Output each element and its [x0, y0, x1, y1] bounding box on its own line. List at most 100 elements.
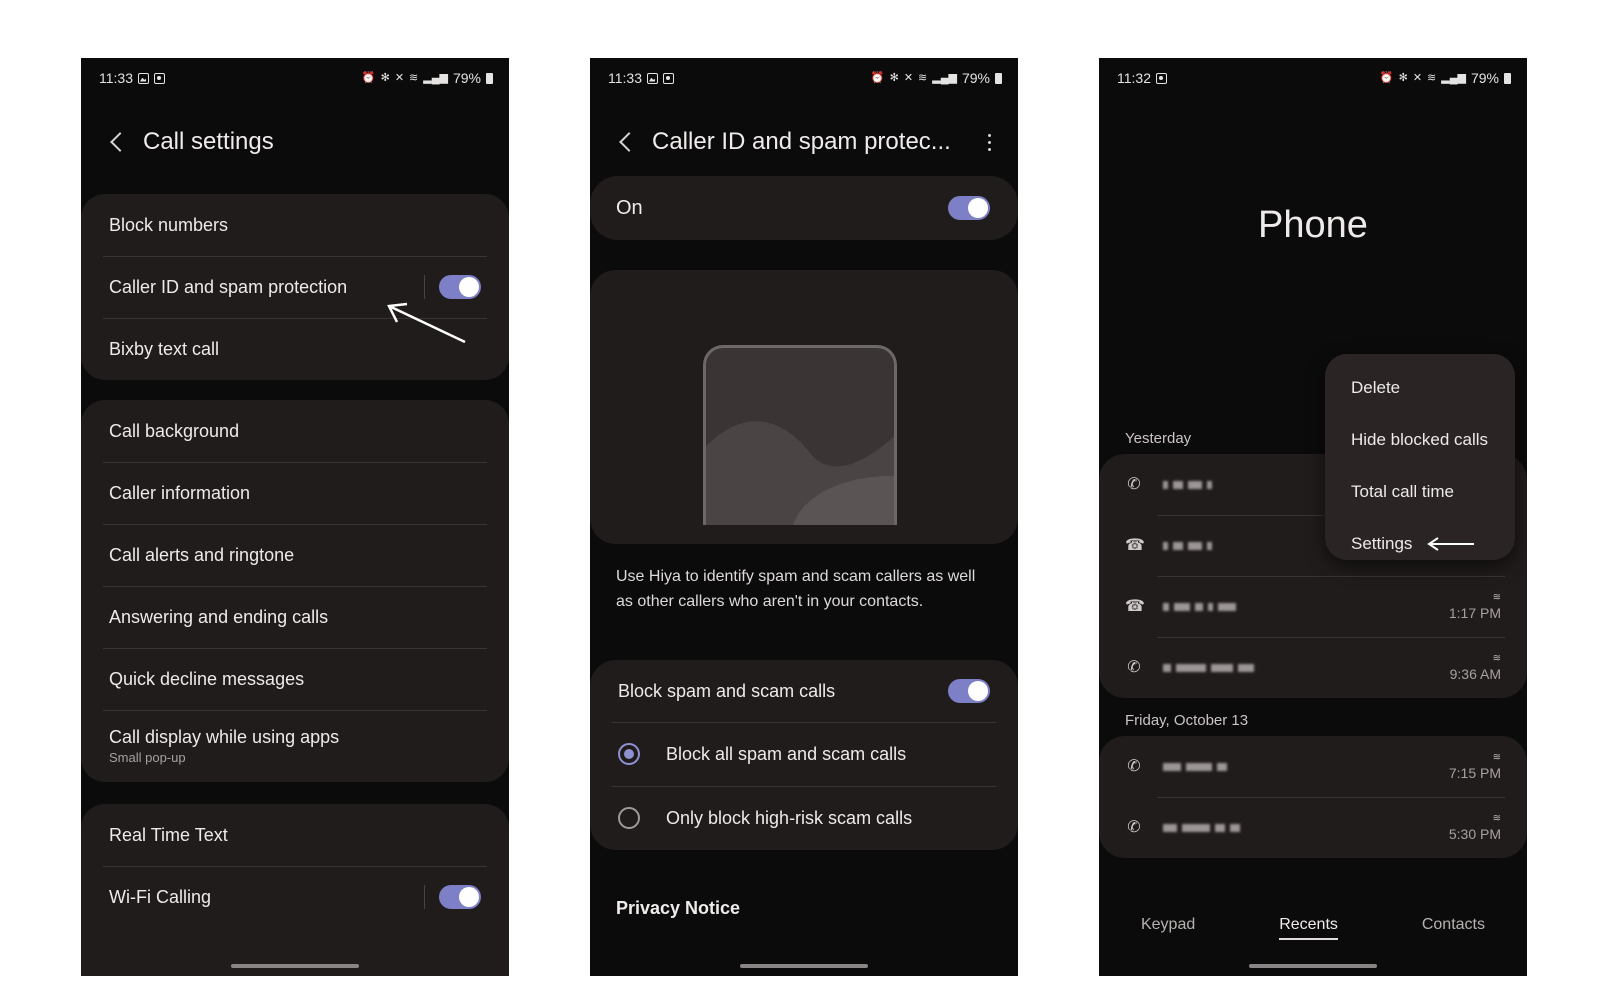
app-header: Caller ID and spam protec...	[616, 124, 992, 160]
wifi-icon: ≋	[1427, 71, 1437, 84]
setting-bixby-text-call[interactable]: Bixby text call	[81, 318, 509, 380]
bluetooth-icon: ✻	[889, 71, 899, 84]
call-log-row[interactable]: ✆ ≋ 9:36 AM	[1099, 637, 1527, 698]
redacted-number	[1163, 662, 1254, 674]
setting-label: Call display while using apps	[109, 727, 340, 747]
setting-caller-id-spam[interactable]: Caller ID and spam protection	[81, 256, 509, 318]
alarm-icon: ⏰	[361, 71, 376, 84]
bottom-tab-bar: Keypad Recents Contacts	[1099, 916, 1527, 940]
camera-notification-icon	[154, 72, 165, 84]
setting-answering-ending[interactable]: Answering and ending calls	[81, 586, 509, 648]
status-time: 11:33	[608, 70, 642, 86]
wifi-call-icon: ≋	[1492, 652, 1501, 664]
master-toggle[interactable]	[948, 196, 990, 220]
tab-keypad[interactable]: Keypad	[1141, 916, 1195, 940]
option-label: Only block high-risk scam calls	[666, 807, 913, 828]
divider	[424, 885, 425, 909]
setting-label: Caller information	[109, 482, 251, 503]
divider	[424, 275, 425, 299]
bluetooth-icon: ✻	[380, 71, 390, 84]
outgoing-call-icon: ✆	[1127, 757, 1141, 775]
call-time: 7:15 PM	[1448, 764, 1501, 781]
call-log-row[interactable]: ✆ ≋ 7:15 PM	[1099, 736, 1527, 797]
overflow-menu: Delete Hide blocked calls Total call tim…	[1325, 354, 1515, 560]
setting-label: Wi-Fi Calling	[109, 886, 212, 907]
menu-item-delete[interactable]: Delete	[1325, 362, 1515, 414]
radio-unselected-icon[interactable]	[618, 807, 640, 829]
incoming-call-icon: ✆	[1127, 658, 1141, 676]
page-title: Caller ID and spam protec...	[652, 128, 951, 155]
privacy-notice-link[interactable]: Privacy Notice	[616, 898, 740, 919]
setting-label: Bixby text call	[109, 338, 220, 359]
section-label-yesterday: Yesterday	[1125, 430, 1192, 447]
tab-recents[interactable]: Recents	[1279, 916, 1338, 940]
block-spam-row[interactable]: Block spam and scam calls	[590, 660, 1018, 722]
annotation-arrow	[1427, 537, 1475, 551]
setting-caller-information[interactable]: Caller information	[81, 462, 509, 524]
home-indicator[interactable]	[231, 964, 359, 968]
alarm-icon: ⏰	[870, 71, 885, 84]
illustration-card	[590, 270, 1018, 544]
missed-call-icon: ☎	[1125, 597, 1145, 615]
home-indicator[interactable]	[1249, 964, 1377, 968]
camera-notification-icon	[663, 72, 674, 84]
status-bar: 11:33 ⏰ ✻ ✕ ≋ ▂▄▆ 79%	[608, 68, 1002, 88]
battery-icon	[995, 72, 1002, 84]
settings-group-3: Real Time Text Wi-Fi Calling	[81, 804, 509, 976]
call-time: 1:17 PM	[1448, 604, 1501, 621]
setting-label: Block numbers	[109, 214, 229, 235]
caller-id-toggle[interactable]	[439, 275, 481, 299]
radio-selected-icon[interactable]	[618, 743, 640, 765]
setting-label: Answering and ending calls	[109, 606, 329, 627]
battery-percent: 79%	[1470, 70, 1499, 86]
setting-label: Caller ID and spam protection	[109, 276, 348, 297]
setting-call-background[interactable]: Call background	[81, 400, 509, 462]
call-log-row[interactable]: ☎ ≋ 1:17 PM	[1099, 576, 1527, 637]
more-options-icon[interactable]	[986, 133, 992, 151]
setting-call-alerts-ringtone[interactable]: Call alerts and ringtone	[81, 524, 509, 586]
menu-item-hide-blocked[interactable]: Hide blocked calls	[1325, 414, 1515, 466]
hiya-description: Use Hiya to identify spam and scam calle…	[616, 568, 976, 610]
status-time: 11:32	[1117, 70, 1151, 86]
page-title: Call settings	[143, 128, 274, 155]
option-label: Block all spam and scam calls	[666, 743, 907, 764]
settings-group-1: Block numbers Caller ID and spam protect…	[81, 194, 509, 380]
outgoing-call-icon: ✆	[1127, 475, 1141, 493]
redacted-number	[1163, 822, 1240, 834]
app-title: Phone	[1258, 204, 1368, 246]
master-switch-label: On	[616, 196, 643, 219]
back-chevron-icon[interactable]	[107, 131, 129, 153]
incoming-call-icon: ✆	[1127, 818, 1141, 836]
option-high-risk-only[interactable]: Only block high-risk scam calls	[590, 786, 1018, 850]
alarm-icon: ⏰	[1379, 71, 1394, 84]
tab-contacts[interactable]: Contacts	[1422, 916, 1485, 940]
section-label-friday: Friday, October 13	[1125, 712, 1249, 729]
setting-call-display[interactable]: Call display while using apps Small pop-…	[81, 710, 509, 782]
wifi-calling-toggle[interactable]	[439, 885, 481, 909]
setting-block-numbers[interactable]: Block numbers	[81, 194, 509, 256]
redacted-number	[1163, 601, 1236, 613]
camera-notification-icon	[1156, 72, 1167, 84]
setting-real-time-text[interactable]: Real Time Text	[81, 804, 509, 866]
setting-label: Call alerts and ringtone	[109, 544, 295, 565]
call-log-friday: ✆ ≋ 7:15 PM ✆ ≋ 5:30 PM	[1099, 736, 1527, 858]
master-switch-row[interactable]: On	[590, 176, 1018, 240]
setting-quick-decline[interactable]: Quick decline messages	[81, 648, 509, 710]
back-chevron-icon[interactable]	[616, 131, 638, 153]
redacted-number	[1163, 540, 1212, 552]
menu-item-settings[interactable]: Settings	[1325, 518, 1515, 570]
wifi-icon: ≋	[409, 71, 419, 84]
call-time: 5:30 PM	[1448, 825, 1501, 842]
battery-percent: 79%	[452, 70, 481, 86]
call-log-row[interactable]: ✆ ≋ 5:30 PM	[1099, 797, 1527, 858]
setting-wifi-calling[interactable]: Wi-Fi Calling	[81, 866, 509, 928]
home-indicator[interactable]	[740, 964, 868, 968]
signal-icon: ▂▄▆	[1441, 71, 1466, 84]
wifi-call-icon: ≋	[1492, 812, 1501, 824]
block-spam-toggle[interactable]	[948, 679, 990, 703]
mute-icon: ✕	[1412, 71, 1423, 84]
phone-recents-screen: 11:32 ⏰ ✻ ✕ ≋ ▂▄▆ 79% Phone Yesterday ✆ …	[1099, 58, 1527, 976]
menu-item-total-call-time[interactable]: Total call time	[1325, 466, 1515, 518]
option-block-all[interactable]: Block all spam and scam calls	[590, 722, 1018, 786]
status-time: 11:33	[99, 70, 133, 86]
